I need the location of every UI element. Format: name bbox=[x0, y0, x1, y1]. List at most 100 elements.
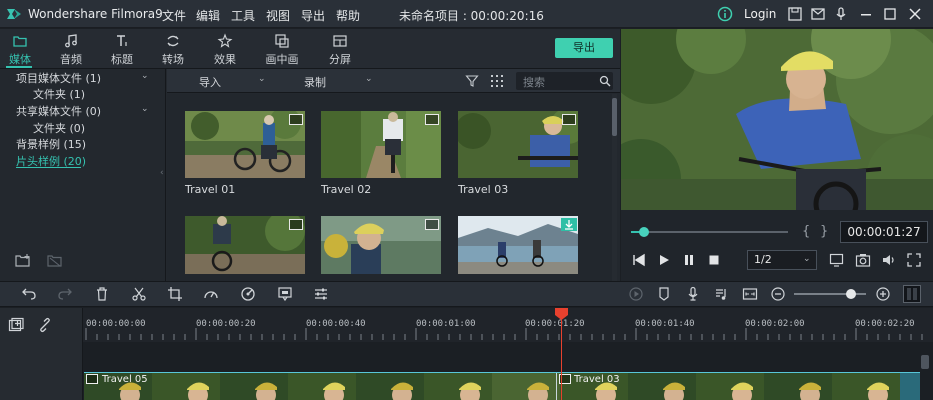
media-thumbnail-travel-02[interactable] bbox=[321, 111, 441, 178]
crop-icon[interactable] bbox=[167, 286, 183, 302]
render-icon[interactable] bbox=[628, 286, 644, 302]
import-dropdown[interactable]: 导入 bbox=[199, 74, 221, 90]
cut-icon[interactable] bbox=[131, 286, 147, 302]
download-icon[interactable] bbox=[561, 218, 577, 231]
media-scrollbar-thumb[interactable] bbox=[612, 98, 617, 136]
preview-progress-track[interactable] bbox=[631, 231, 788, 233]
volume-icon[interactable] bbox=[881, 252, 897, 268]
pause-icon[interactable] bbox=[682, 253, 696, 267]
zoom-slider-handle[interactable] bbox=[846, 289, 856, 299]
record-dropdown[interactable]: 录制 bbox=[304, 74, 326, 90]
marker-icon[interactable] bbox=[656, 286, 672, 302]
text-icon bbox=[114, 33, 130, 49]
mark-out-icon[interactable]: } bbox=[820, 224, 828, 239]
media-label: Travel 01 bbox=[185, 183, 236, 196]
playhead-line[interactable] bbox=[561, 310, 562, 400]
split-screen-icon bbox=[332, 33, 348, 49]
grid-view-icon[interactable] bbox=[490, 74, 504, 88]
save-icon[interactable] bbox=[786, 5, 804, 23]
tree-item-folder[interactable]: 文件夹 (1) bbox=[33, 86, 85, 102]
ruler-tick-label: 00:00:00:40 bbox=[306, 319, 366, 329]
tree-item-shared-media[interactable]: 共享媒体文件 (0) bbox=[16, 103, 101, 119]
color-tuning-icon[interactable] bbox=[240, 286, 256, 302]
green-screen-icon[interactable] bbox=[277, 286, 293, 302]
zoom-in-icon[interactable] bbox=[875, 286, 891, 302]
media-thumbnail-4[interactable] bbox=[185, 216, 305, 274]
voiceover-icon[interactable] bbox=[685, 286, 701, 302]
menu-edit[interactable]: 编辑 bbox=[196, 7, 220, 24]
redo-icon[interactable] bbox=[57, 286, 73, 302]
fit-timeline-icon[interactable] bbox=[742, 286, 758, 302]
speed-icon[interactable] bbox=[203, 286, 219, 302]
tab-effects[interactable]: 效果 bbox=[205, 33, 245, 67]
clip-frame bbox=[696, 373, 764, 400]
pip-icon bbox=[274, 33, 290, 49]
add-track-icon[interactable] bbox=[8, 317, 24, 333]
tree-item-backgrounds[interactable]: 背景样例 (15) bbox=[16, 136, 86, 152]
tree-item-folder[interactable]: 文件夹 (0) bbox=[33, 120, 85, 136]
chevron-down-icon[interactable]: ⌄ bbox=[365, 74, 373, 84]
media-thumbnail-6[interactable] bbox=[458, 216, 578, 274]
preview-progress-handle[interactable] bbox=[639, 227, 649, 237]
media-thumbnail-travel-01[interactable] bbox=[185, 111, 305, 178]
video-clip-icon bbox=[86, 374, 98, 384]
media-thumbnail-5[interactable] bbox=[321, 216, 441, 274]
minimize-icon[interactable] bbox=[857, 5, 875, 23]
menu-export[interactable]: 导出 bbox=[301, 7, 325, 24]
effects-icon bbox=[217, 33, 233, 49]
tab-audio[interactable]: 音频 bbox=[51, 33, 91, 67]
microphone-icon[interactable] bbox=[832, 5, 850, 23]
fullscreen-icon[interactable] bbox=[906, 252, 922, 268]
collapse-arrow-icon[interactable]: ‹ bbox=[160, 168, 164, 178]
tree-item-project-media[interactable]: 项目媒体文件 (1) bbox=[16, 70, 101, 86]
delete-icon[interactable] bbox=[94, 286, 110, 302]
play-icon[interactable] bbox=[657, 253, 671, 267]
clip-label-travel-03[interactable]: Travel 03 bbox=[574, 374, 620, 385]
playhead-handle[interactable] bbox=[555, 308, 568, 320]
music-note-icon bbox=[63, 33, 79, 49]
mark-in-icon[interactable]: { bbox=[802, 224, 810, 239]
zoom-out-icon[interactable] bbox=[770, 286, 786, 302]
chevron-down-icon[interactable]: ⌄ bbox=[803, 254, 811, 264]
tab-transitions[interactable]: 转场 bbox=[153, 33, 193, 67]
transition-icon bbox=[165, 33, 181, 49]
snapshot-icon[interactable] bbox=[855, 252, 871, 268]
delete-folder-icon[interactable] bbox=[46, 253, 64, 269]
clip-frame bbox=[356, 373, 424, 400]
export-button[interactable]: 导出 bbox=[555, 38, 613, 58]
timeline-scrollbar[interactable] bbox=[921, 355, 929, 369]
media-thumbnail-travel-03[interactable] bbox=[458, 111, 578, 178]
chevron-down-icon[interactable]: ⌄ bbox=[141, 71, 149, 81]
maximize-icon[interactable] bbox=[881, 5, 899, 23]
clip-label-travel-05[interactable]: Travel 05 bbox=[102, 374, 148, 385]
tab-titles[interactable]: 标题 bbox=[102, 33, 142, 67]
tab-pip[interactable]: 画中画 bbox=[262, 33, 302, 67]
audio-mixer-icon[interactable] bbox=[313, 286, 329, 302]
link-icon[interactable] bbox=[37, 317, 53, 333]
menu-tools[interactable]: 工具 bbox=[231, 7, 255, 24]
chevron-down-icon[interactable]: ⌄ bbox=[258, 74, 266, 84]
login-link[interactable]: Login bbox=[744, 7, 776, 21]
chevron-down-icon[interactable]: ⌄ bbox=[141, 104, 149, 114]
step-back-icon[interactable] bbox=[632, 253, 646, 267]
video-track-clips[interactable] bbox=[84, 372, 920, 400]
tab-label: 画中画 bbox=[265, 53, 299, 66]
display-settings-icon[interactable] bbox=[829, 252, 845, 268]
stop-icon[interactable] bbox=[707, 253, 721, 267]
menu-file[interactable]: 文件 bbox=[162, 7, 186, 24]
menu-view[interactable]: 视图 bbox=[266, 7, 290, 24]
info-icon[interactable] bbox=[716, 5, 734, 23]
undo-icon[interactable] bbox=[21, 286, 37, 302]
project-title: 未命名项目 : 00:00:20:16 bbox=[399, 9, 544, 23]
filter-icon[interactable] bbox=[465, 74, 479, 88]
panel-layout-icon[interactable] bbox=[903, 285, 921, 303]
menu-help[interactable]: 帮助 bbox=[336, 7, 360, 24]
tab-media[interactable]: 媒体 bbox=[0, 33, 40, 67]
mail-icon[interactable] bbox=[809, 5, 827, 23]
new-folder-icon[interactable] bbox=[14, 253, 32, 269]
tab-split-screen[interactable]: 分屏 bbox=[320, 33, 360, 67]
close-icon[interactable] bbox=[906, 5, 924, 23]
audio-icon[interactable] bbox=[713, 286, 729, 302]
search-icon[interactable] bbox=[599, 75, 611, 87]
preview-video[interactable] bbox=[621, 29, 933, 210]
